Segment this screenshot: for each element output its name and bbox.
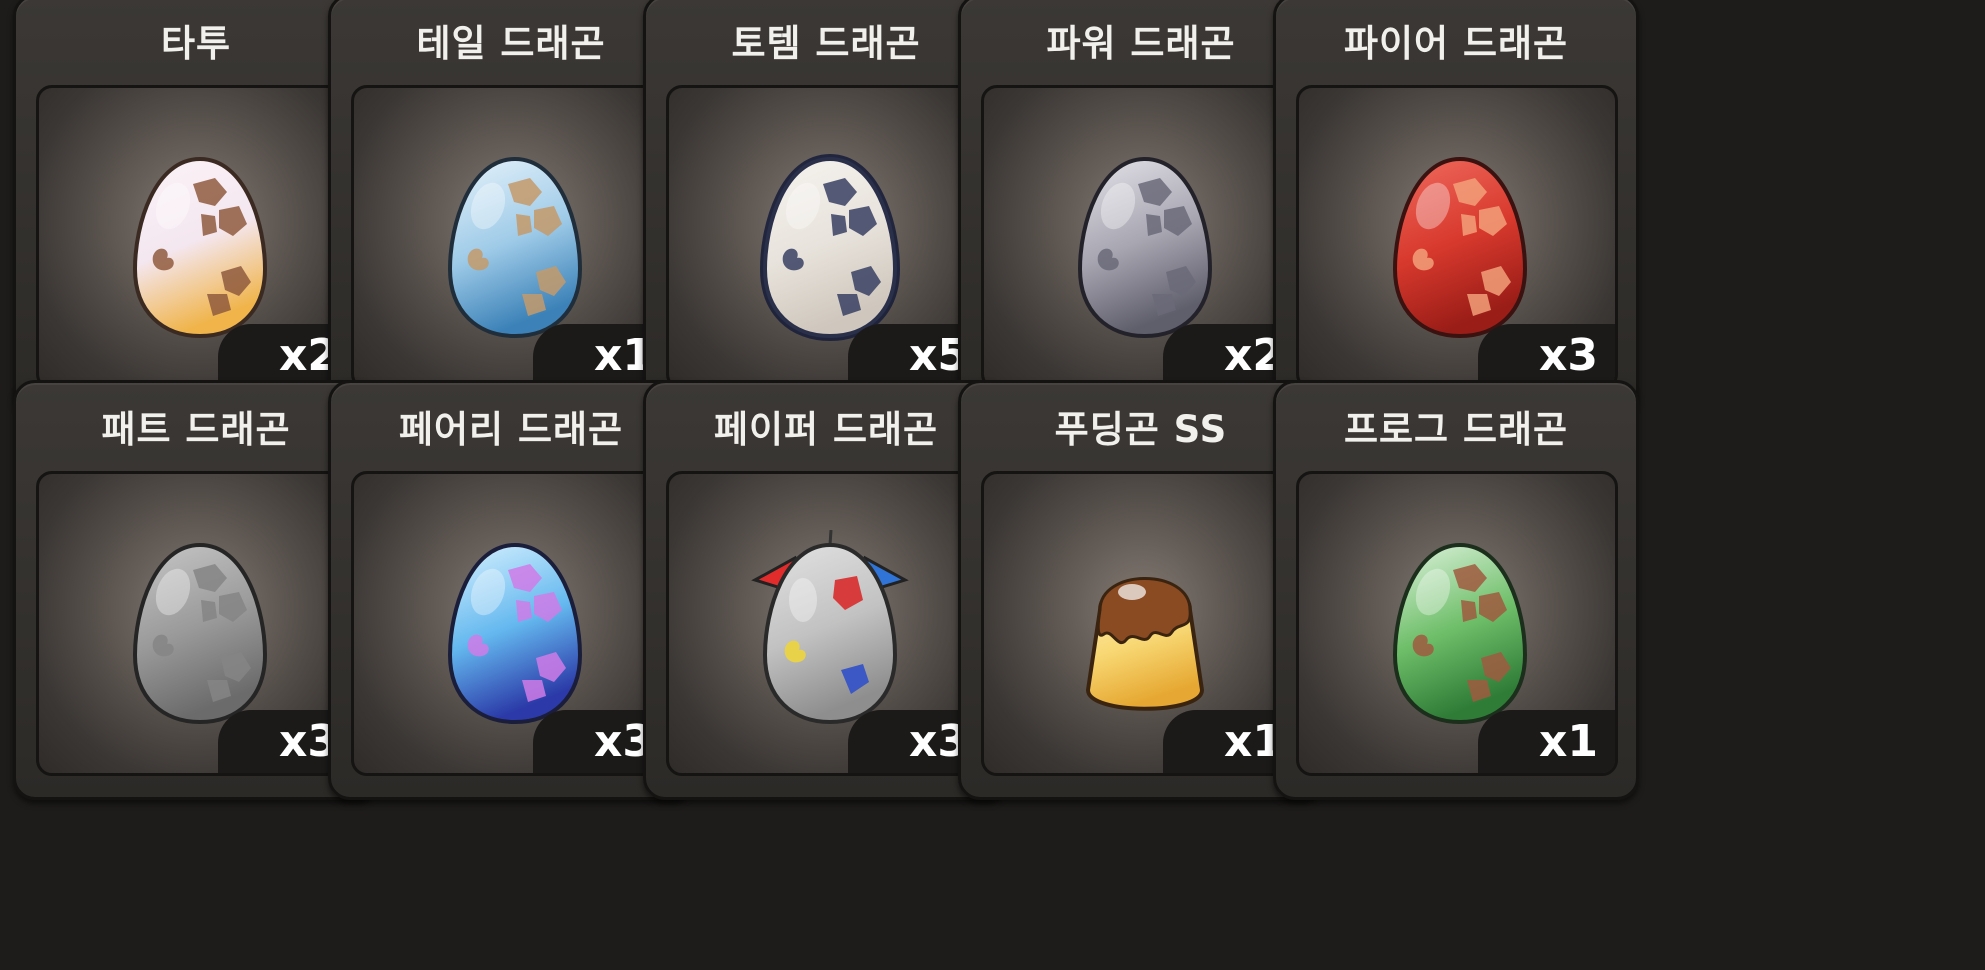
egg-card-title: 푸딩곤 SS xyxy=(1054,408,1228,451)
egg-card-title: 페어리 드래곤 xyxy=(398,408,624,451)
egg-slot: x5 xyxy=(666,85,988,390)
totem-dragon-egg-icon xyxy=(759,153,901,342)
pudding-dragon-egg-icon xyxy=(1085,577,1205,711)
egg-card-title: 토템 드래곤 xyxy=(731,22,921,65)
frog-dragon-egg-icon xyxy=(1392,542,1528,725)
egg-slot: x1 xyxy=(1296,471,1618,776)
egg-card[interactable]: 페이퍼 드래곤 x3 xyxy=(643,380,1009,800)
egg-card[interactable]: 패트 드래곤 x3 xyxy=(13,380,379,800)
egg-card-title: 파이어 드래곤 xyxy=(1343,22,1569,65)
paper-dragon-egg-icon xyxy=(751,530,909,725)
egg-slot: x3 xyxy=(666,471,988,776)
egg-slot: x3 xyxy=(351,471,673,776)
fire-dragon-egg-icon xyxy=(1392,156,1528,339)
egg-card[interactable]: 푸딩곤 SS x1 xyxy=(958,380,1324,800)
egg-card[interactable]: 토템 드래곤 x5 xyxy=(643,0,1009,414)
egg-slot: x3 xyxy=(36,471,358,776)
egg-slot: x1 xyxy=(981,471,1303,776)
egg-card-title: 패트 드래곤 xyxy=(101,408,291,451)
count-badge: x1 xyxy=(1478,710,1615,773)
egg-card[interactable]: 타투 x2 xyxy=(13,0,379,414)
egg-count: x3 xyxy=(1539,330,1598,381)
egg-slot: x2 xyxy=(981,85,1303,390)
egg-count: x1 xyxy=(1539,716,1598,767)
fat-dragon-egg-icon xyxy=(132,542,268,725)
egg-card-title: 테일 드래곤 xyxy=(416,22,606,65)
egg-slot: x1 xyxy=(351,85,673,390)
egg-card[interactable]: 테일 드래곤 x1 xyxy=(328,0,694,414)
power-dragon-egg-icon xyxy=(1077,156,1213,339)
egg-slot: x3 xyxy=(1296,85,1618,390)
tail-dragon-egg-icon xyxy=(447,156,583,339)
egg-card[interactable]: 파워 드래곤 x2 xyxy=(958,0,1324,414)
egg-card-title: 프로그 드래곤 xyxy=(1343,408,1569,451)
egg-card-title: 타투 xyxy=(160,22,232,65)
tattoo-dragon-egg-icon xyxy=(132,156,268,339)
egg-card-title: 파워 드래곤 xyxy=(1046,22,1236,65)
fairy-dragon-egg-icon xyxy=(447,542,583,725)
egg-card-title: 페이퍼 드래곤 xyxy=(713,408,939,451)
egg-card[interactable]: 페어리 드래곤 x3 xyxy=(328,380,694,800)
egg-inventory-grid: 타투 x2 테일 드래곤 x1 토템 드래곤 x5 파워 드래곤 x2 파이어 … xyxy=(0,0,1985,970)
egg-card[interactable]: 파이어 드래곤 x3 xyxy=(1273,0,1639,414)
egg-card[interactable]: 프로그 드래곤 x1 xyxy=(1273,380,1639,800)
egg-slot: x2 xyxy=(36,85,358,390)
